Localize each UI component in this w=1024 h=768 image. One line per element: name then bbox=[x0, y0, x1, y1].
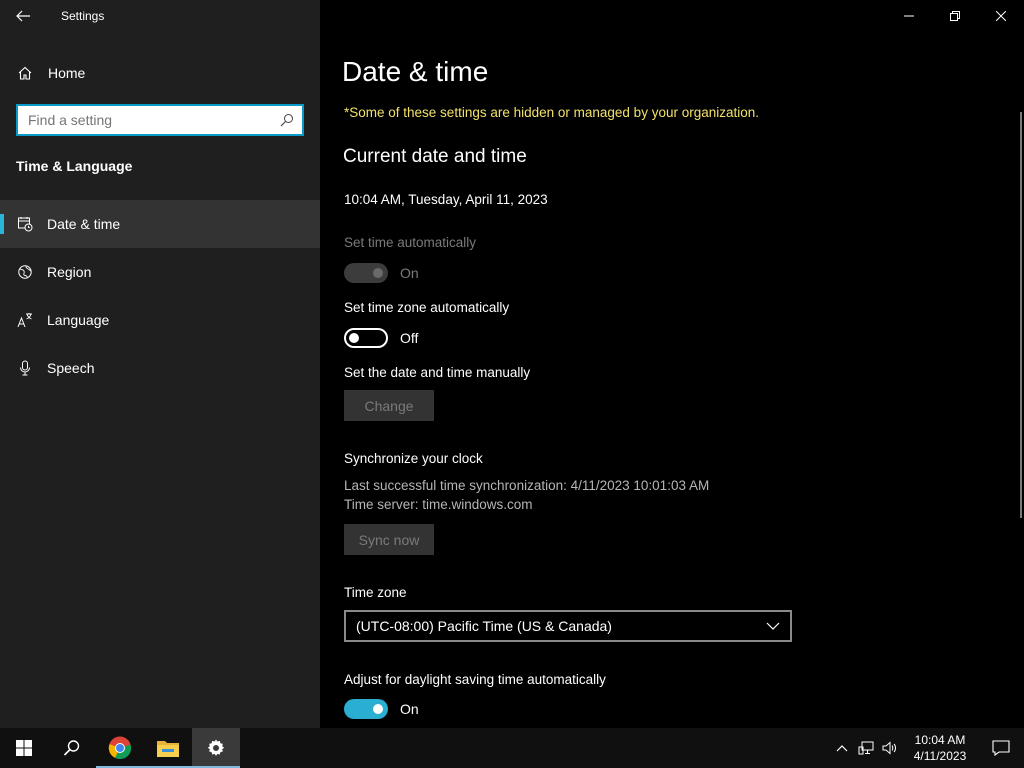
language-icon bbox=[16, 311, 34, 329]
set-time-auto-row: On bbox=[344, 263, 419, 283]
sidebar-item-home[interactable]: Home bbox=[0, 56, 320, 90]
page-title: Date & time bbox=[342, 56, 489, 87]
minimize-icon bbox=[904, 15, 914, 17]
minimize-button[interactable] bbox=[886, 0, 932, 32]
set-time-auto-state: On bbox=[400, 265, 419, 281]
sidebar-item-label: Home bbox=[48, 65, 86, 81]
microphone-icon bbox=[16, 359, 34, 377]
sidebar-nav: Date & time Region Language Speech bbox=[0, 200, 320, 392]
show-hidden-icons-button[interactable] bbox=[830, 728, 854, 768]
volume-button[interactable] bbox=[878, 728, 902, 768]
sync-heading: Synchronize your clock bbox=[344, 451, 483, 466]
sidebar-item-label: Speech bbox=[47, 360, 95, 376]
back-arrow-icon bbox=[16, 10, 30, 22]
windows-logo-icon bbox=[16, 740, 32, 756]
window-controls bbox=[886, 0, 1024, 32]
last-sync-text: Last successful time synchronization: 4/… bbox=[344, 478, 710, 493]
sidebar-item-region[interactable]: Region bbox=[0, 248, 320, 296]
clock-time: 10:04 AM bbox=[914, 733, 966, 747]
set-tz-auto-toggle[interactable] bbox=[344, 328, 388, 348]
chevron-down-icon bbox=[766, 622, 780, 630]
restore-icon bbox=[950, 11, 960, 21]
taskbar: 10:04 AM 4/11/2023 bbox=[0, 728, 1024, 768]
section-title: Time & Language bbox=[16, 158, 133, 174]
taskbar-settings[interactable] bbox=[192, 728, 240, 768]
sidebar-item-date-time[interactable]: Date & time bbox=[0, 200, 320, 248]
sidebar-item-label: Region bbox=[47, 264, 92, 280]
start-button[interactable] bbox=[0, 728, 48, 768]
taskbar-chrome[interactable] bbox=[96, 728, 144, 768]
speaker-icon bbox=[882, 741, 896, 755]
region-icon bbox=[16, 263, 34, 281]
set-tz-auto-row: Off bbox=[344, 328, 418, 348]
taskbar-clock[interactable]: 10:04 AM 4/11/2023 bbox=[902, 732, 978, 764]
time-server-text: Time server: time.windows.com bbox=[344, 497, 533, 512]
date-time-icon bbox=[16, 215, 34, 233]
taskbar-file-explorer[interactable] bbox=[144, 728, 192, 768]
notification-icon bbox=[992, 740, 1010, 756]
network-icon bbox=[858, 741, 874, 755]
set-tz-auto-state: Off bbox=[400, 330, 419, 346]
set-time-auto-label: Set time automatically bbox=[344, 235, 477, 250]
org-managed-note: *Some of these settings are hidden or ma… bbox=[344, 105, 760, 120]
back-button[interactable] bbox=[0, 0, 46, 32]
taskbar-search-button[interactable] bbox=[48, 728, 96, 768]
main-content: Date & time *Some of these settings are … bbox=[320, 0, 1024, 728]
dst-label: Adjust for daylight saving time automati… bbox=[344, 672, 606, 687]
sidebar-item-speech[interactable]: Speech bbox=[0, 344, 320, 392]
time-zone-label: Time zone bbox=[344, 585, 407, 600]
home-icon bbox=[16, 64, 34, 82]
manual-date-label: Set the date and time manually bbox=[344, 365, 531, 380]
system-tray: 10:04 AM 4/11/2023 bbox=[830, 728, 1024, 768]
dst-row: On bbox=[344, 699, 419, 719]
folder-icon bbox=[157, 741, 179, 757]
dst-toggle[interactable] bbox=[344, 699, 388, 719]
gear-icon bbox=[207, 739, 225, 756]
clock-date: 4/11/2023 bbox=[913, 749, 967, 763]
chrome-icon bbox=[108, 736, 132, 760]
search-icon[interactable] bbox=[272, 106, 302, 134]
search-icon bbox=[63, 740, 80, 756]
scrollbar[interactable] bbox=[1020, 112, 1022, 518]
close-icon bbox=[996, 11, 1006, 21]
network-button[interactable] bbox=[854, 728, 878, 768]
change-button[interactable]: Change bbox=[344, 390, 434, 421]
time-zone-select[interactable]: (UTC-08:00) Pacific Time (US & Canada) bbox=[344, 610, 792, 642]
app-title: Settings bbox=[61, 9, 105, 23]
time-zone-value: (UTC-08:00) Pacific Time (US & Canada) bbox=[356, 618, 612, 634]
sync-now-button[interactable]: Sync now bbox=[344, 524, 434, 555]
sidebar-item-label: Date & time bbox=[47, 216, 121, 232]
current-date-heading: Current date and time bbox=[343, 146, 527, 167]
restore-button[interactable] bbox=[932, 0, 978, 32]
sidebar-item-label: Language bbox=[47, 312, 110, 328]
set-tz-auto-label: Set time zone automatically bbox=[344, 300, 510, 315]
sidebar-item-language[interactable]: Language bbox=[0, 296, 320, 344]
search-box[interactable] bbox=[16, 104, 304, 136]
current-date-value: 10:04 AM, Tuesday, April 11, 2023 bbox=[344, 192, 548, 207]
dst-state: On bbox=[400, 701, 419, 717]
sidebar: Settings Home Time & Language Date & tim… bbox=[0, 0, 320, 728]
title-bar: Settings bbox=[0, 0, 320, 32]
action-center-button[interactable] bbox=[978, 728, 1024, 768]
chevron-up-icon bbox=[836, 745, 848, 752]
close-button[interactable] bbox=[978, 0, 1024, 32]
search-input[interactable] bbox=[18, 106, 272, 134]
set-time-auto-toggle[interactable] bbox=[344, 263, 388, 283]
